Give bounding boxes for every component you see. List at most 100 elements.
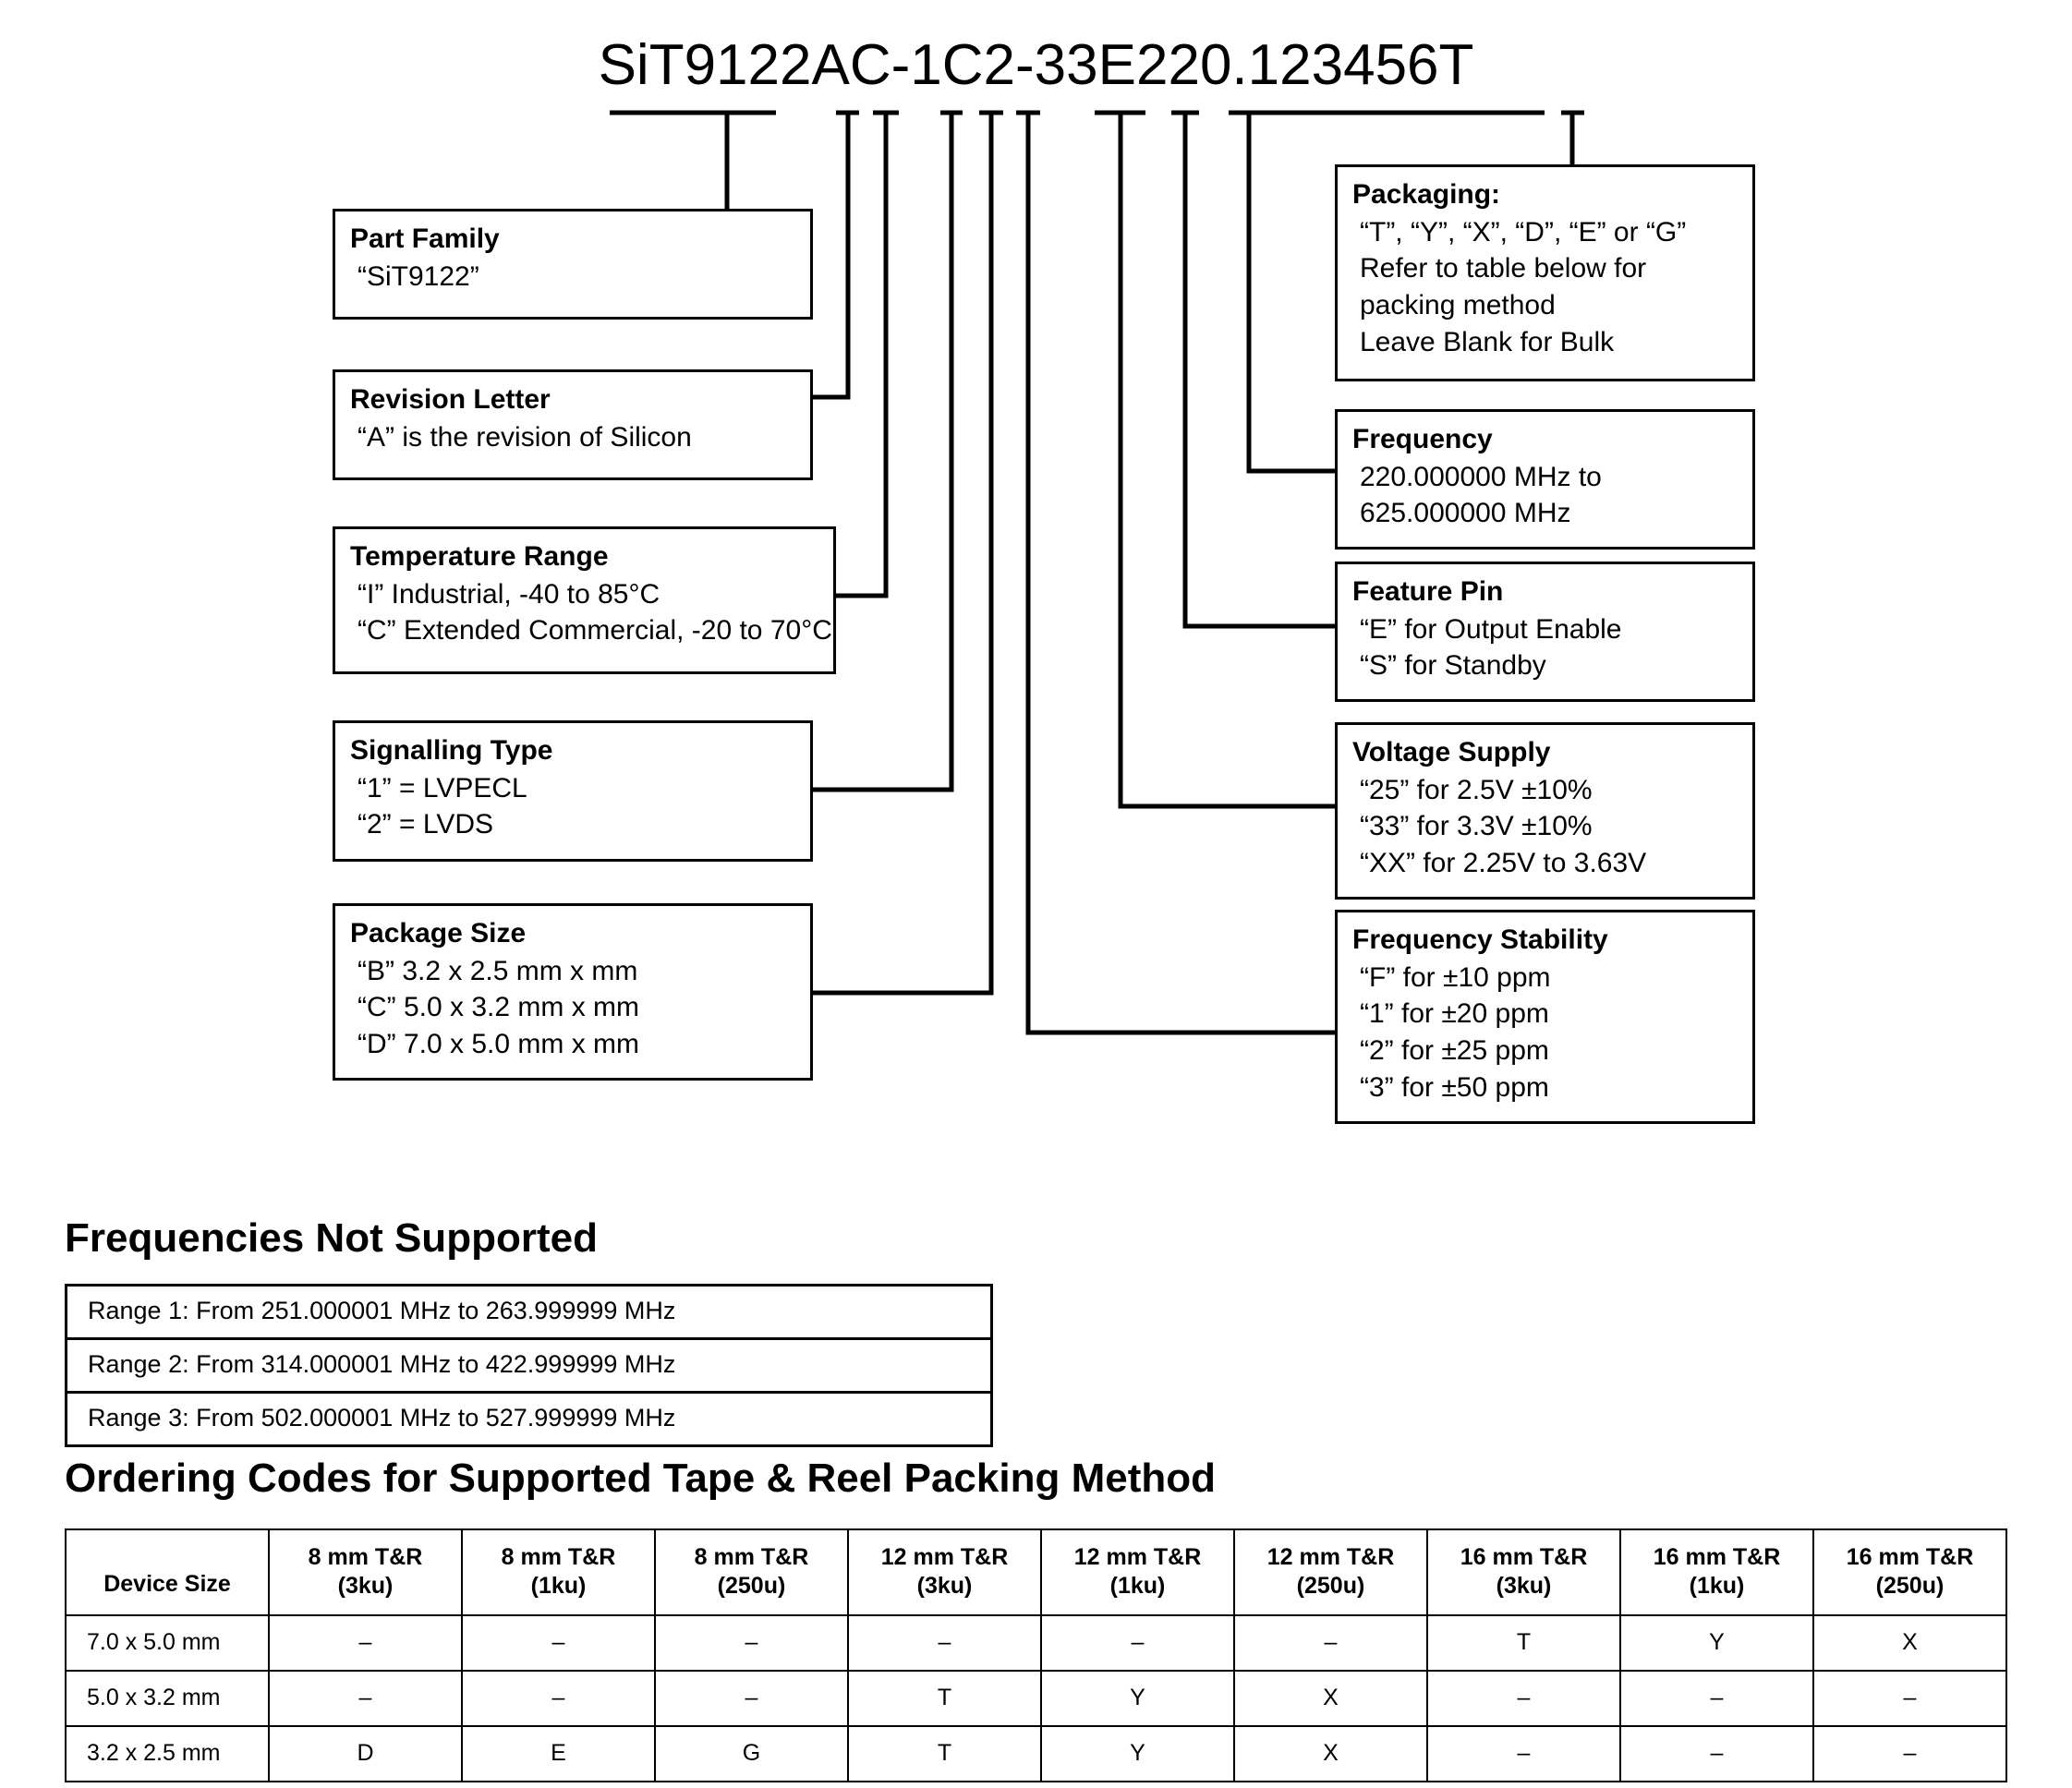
column-header: 8 mm T&R (3ku) [268,1528,463,1616]
part-number-headline: SiT9122AC-1C2-33E220.123456T [598,33,1474,97]
device-size-cell: 7.0 x 5.0 mm [65,1613,270,1672]
table-row: 5.0 x 3.2 mm – – – T Y X – – – [65,1669,2007,1727]
callout-line: “E” for Output Enable [1360,613,1622,645]
code-cell: – [1426,1724,1621,1782]
code-cell: – [1812,1724,2007,1782]
callout-line: “C” 5.0 x 3.2 mm x mm [357,992,640,1023]
callout-line: “C” Extended Commercial, -20 to 70°C [357,615,832,646]
column-header-line2: (1ku) [530,1573,587,1600]
column-header-line1: 12 mm T&R [880,1544,1009,1570]
callout-package-size: Package Size “B” 3.2 x 2.5 mm x mm “C” 5… [333,903,813,1081]
code-cell: E [461,1724,656,1782]
code-cell: G [654,1724,849,1782]
callout-line: “T”, “Y”, “X”, “D”, “E” or “G” [1360,216,1687,248]
datasheet-page: SiT9122AC-1C2-33E220.123456T Part Family… [0,0,2072,1788]
column-header: 8 mm T&R (1ku) [461,1528,656,1616]
code-cell: – [461,1669,656,1727]
table-row: Range 3: From 502.000001 MHz to 527.9999… [65,1391,993,1447]
callout-line: “I” Industrial, -40 to 85°C [357,578,660,610]
ordering-codes-table: Device Size 8 mm T&R (3ku) 8 mm T&R (1ku… [65,1528,2007,1782]
column-header: 12 mm T&R (1ku) [1040,1528,1235,1616]
column-header-line1: 12 mm T&R [1073,1544,1202,1570]
callout-line: “2” = LVDS [357,809,493,840]
callout-line: “A” is the revision of Silicon [357,421,692,453]
column-header: 12 mm T&R (250u) [1233,1528,1428,1616]
callout-line: 220.000000 MHz to [1360,461,1602,492]
table-header-row: Device Size 8 mm T&R (3ku) 8 mm T&R (1ku… [65,1528,2007,1616]
code-cell: X [1812,1613,2007,1672]
code-cell: X [1233,1724,1428,1782]
column-header-line1: 16 mm T&R [1846,1544,1974,1570]
callout-title: Voltage Supply [1352,737,1551,767]
freq-range-cell: Range 3: From 502.000001 MHz to 527.9999… [65,1391,993,1447]
code-cell: – [268,1613,463,1672]
column-header-line1: 8 mm T&R [308,1544,423,1570]
callout-title: Part Family [350,224,500,254]
leader-lines [610,110,1584,1035]
column-header-line2: (1ku) [1689,1573,1745,1600]
callout-frequency-stability: Frequency Stability “F” for ±10 ppm “1” … [1335,910,1755,1124]
callout-title: Frequency Stability [1352,924,1608,955]
column-header-line1: 16 mm T&R [1460,1544,1588,1570]
callout-line: “D” 7.0 x 5.0 mm x mm [357,1029,640,1060]
code-cell: – [654,1669,849,1727]
code-cell: – [654,1613,849,1672]
callout-voltage-supply: Voltage Supply “25” for 2.5V ±10% “33” f… [1335,722,1755,900]
code-cell: – [1040,1613,1235,1672]
callout-line: “1” = LVPECL [357,772,527,803]
column-header: 16 mm T&R (250u) [1812,1528,2007,1616]
table-row: Range 1: From 251.000001 MHz to 263.9999… [65,1284,993,1340]
code-cell: – [1619,1724,1814,1782]
device-size-cell: 3.2 x 2.5 mm [65,1724,270,1782]
column-header-line2: Device Size [103,1571,231,1598]
code-cell: X [1233,1669,1428,1727]
code-cell: – [461,1613,656,1672]
column-header-line1: 16 mm T&R [1653,1544,1781,1570]
column-header-line2: (250u) [717,1573,786,1600]
callout-line: “F” for ±10 ppm [1360,961,1551,993]
code-cell: T [847,1724,1042,1782]
frequencies-not-supported-table: Range 1: From 251.000001 MHz to 263.9999… [65,1284,993,1447]
column-header: 8 mm T&R (250u) [654,1528,849,1616]
frequencies-not-supported-heading: Frequencies Not Supported [65,1215,598,1261]
callout-revision-letter: Revision Letter “A” is the revision of S… [333,369,813,480]
table-row: 7.0 x 5.0 mm – – – – – – T Y X [65,1613,2007,1672]
column-header: 16 mm T&R (1ku) [1619,1528,1814,1616]
callout-line: “3” for ±50 ppm [1360,1072,1549,1104]
column-header-line1: 8 mm T&R [694,1544,809,1570]
column-header-line2: (3ku) [916,1573,973,1600]
column-header-line2: (1ku) [1109,1573,1166,1600]
code-cell: – [1426,1669,1621,1727]
code-cell: T [1426,1613,1621,1672]
callout-line: “S” for Standby [1360,650,1546,682]
code-cell: – [1619,1669,1814,1727]
callout-line: packing method [1360,290,1556,321]
callout-feature-pin: Feature Pin “E” for Output Enable “S” fo… [1335,562,1755,702]
code-cell: T [847,1669,1042,1727]
code-cell: – [1812,1669,2007,1727]
callout-line: “XX” for 2.25V to 3.63V [1360,848,1647,879]
column-header-line2: (3ku) [1496,1573,1552,1600]
callout-frequency: Frequency 220.000000 MHz to 625.000000 M… [1335,409,1755,550]
callout-title: Revision Letter [350,384,551,415]
table-row: Range 2: From 314.000001 MHz to 422.9999… [65,1337,993,1394]
callout-packaging: Packaging: “T”, “Y”, “X”, “D”, “E” or “G… [1335,164,1755,381]
code-cell: Y [1619,1613,1814,1672]
column-header-line1: 12 mm T&R [1266,1544,1395,1570]
callout-line: “1” for ±20 ppm [1360,998,1549,1030]
freq-range-cell: Range 1: From 251.000001 MHz to 263.9999… [65,1284,993,1340]
callout-line: Refer to table below for [1360,253,1647,284]
callout-line: Leave Blank for Bulk [1360,327,1615,358]
callout-line: “25” for 2.5V ±10% [1360,774,1593,805]
callout-line: “SiT9122” [357,260,479,292]
callout-line: “B” 3.2 x 2.5 mm x mm [357,955,638,986]
table-row: 3.2 x 2.5 mm D E G T Y X – – – [65,1724,2007,1782]
callout-line: 625.000000 MHz [1360,498,1571,529]
callout-title: Signalling Type [350,735,553,766]
callout-line: “2” for ±25 ppm [1360,1035,1549,1067]
code-cell: – [268,1669,463,1727]
callout-title: Packaging: [1352,179,1501,210]
freq-range-cell: Range 2: From 314.000001 MHz to 422.9999… [65,1337,993,1394]
callout-title: Frequency [1352,424,1493,454]
column-header: 16 mm T&R (3ku) [1426,1528,1621,1616]
